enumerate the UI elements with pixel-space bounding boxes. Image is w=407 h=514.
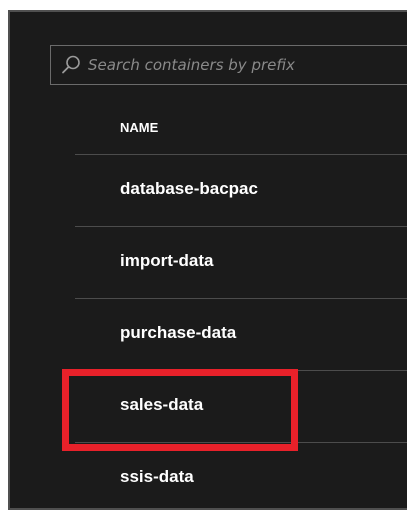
- table-row[interactable]: purchase-data: [75, 298, 407, 370]
- table-row[interactable]: import-data: [75, 226, 407, 298]
- table-row[interactable]: ssis-data: [75, 442, 407, 508]
- column-header-name[interactable]: NAME: [120, 120, 158, 135]
- table-row[interactable]: database-bacpac: [75, 154, 407, 226]
- highlight-annotation: [62, 369, 298, 451]
- container-name[interactable]: database-bacpac: [120, 179, 258, 199]
- container-name[interactable]: ssis-data: [120, 467, 194, 487]
- container-name[interactable]: purchase-data: [120, 323, 236, 343]
- search-input[interactable]: [84, 56, 388, 74]
- container-name[interactable]: import-data: [120, 251, 214, 271]
- search-icon: [58, 52, 84, 78]
- search-box[interactable]: [50, 45, 407, 85]
